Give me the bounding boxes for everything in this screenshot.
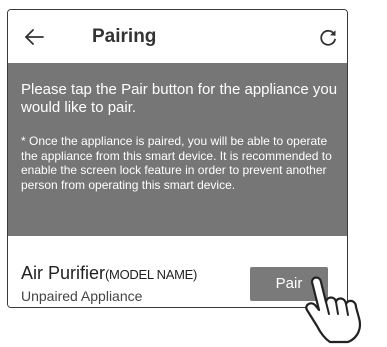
page-title: Pairing	[92, 26, 157, 47]
instruction-panel: Please tap the Pair button for the appli…	[8, 63, 347, 236]
refresh-icon[interactable]	[318, 28, 338, 48]
instruction-note: * Once the appliance is paired, you will…	[21, 134, 332, 192]
arrow-left-icon[interactable]	[23, 26, 45, 48]
phone-screen: Pairing Please tap the Pair button for t…	[7, 9, 348, 308]
screenshot-stage: Pairing Please tap the Pair button for t…	[0, 0, 387, 347]
model-name-label: (MODEL NAME)	[105, 267, 197, 282]
appliance-name-text: Air Purifier	[21, 263, 106, 283]
instruction-text: Please tap the Pair button for the appli…	[21, 81, 338, 116]
appliance-name: Air Purifier(MODEL NAME)	[21, 263, 197, 285]
app-header: Pairing	[8, 10, 347, 63]
appliance-status: Unpaired Appliance	[21, 288, 143, 304]
pointing-hand-icon	[305, 276, 362, 344]
